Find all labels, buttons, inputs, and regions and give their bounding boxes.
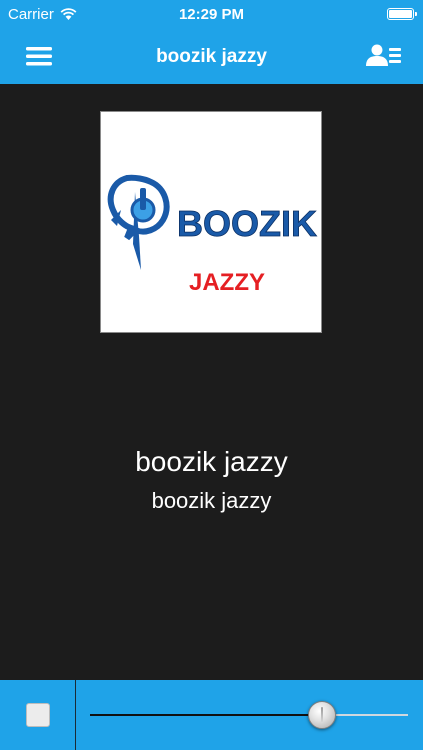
- stop-control: [0, 680, 75, 750]
- artwork-logo-text: BOOZIK: [177, 203, 317, 244]
- now-playing-area: BOOZIK JAZZY boozik jazzy boozik jazzy: [0, 84, 423, 680]
- app-screen: Carrier 12:29 PM boozik jazzy BOOZIK JAZ…: [0, 0, 423, 750]
- album-artwork: BOOZIK JAZZY: [100, 111, 322, 333]
- artwork-sub-text: JAZZY: [189, 269, 265, 296]
- boozik-logo-mark: [107, 174, 170, 270]
- slider-thumb[interactable]: [308, 701, 336, 729]
- boozik-jazzy-logo: BOOZIK JAZZY: [107, 174, 317, 296]
- player-controls: [0, 680, 423, 750]
- volume-slider[interactable]: [90, 701, 408, 729]
- player-divider: [75, 680, 76, 750]
- status-bar: Carrier 12:29 PM: [0, 0, 423, 30]
- contacts-button[interactable]: [365, 42, 403, 70]
- status-time: 12:29 PM: [178, 6, 245, 23]
- stop-button[interactable]: [26, 703, 50, 727]
- navigation-bar: boozik jazzy: [0, 30, 423, 84]
- slider-fill: [90, 714, 322, 716]
- page-title: boozik jazzy: [156, 46, 267, 67]
- contacts-list-icon: [366, 44, 401, 66]
- battery-icon: [387, 8, 417, 20]
- track-subtitle: boozik jazzy: [151, 488, 272, 513]
- track-title: boozik jazzy: [135, 446, 288, 477]
